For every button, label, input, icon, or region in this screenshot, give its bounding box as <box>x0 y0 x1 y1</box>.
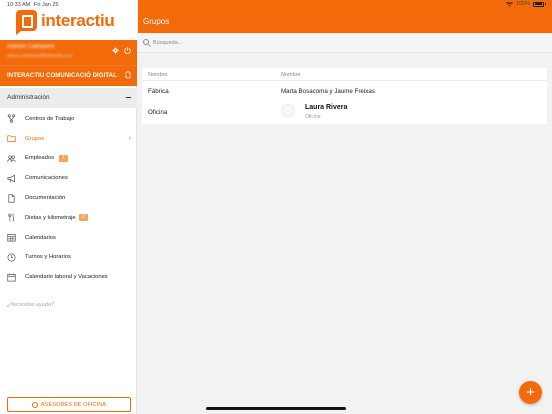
user-email: ramon.camarero@interactiu.com <box>7 53 73 58</box>
app-window: 10:33 AM Fri Jan 25 100% interactiu Ramo… <box>0 0 552 414</box>
group-name: Fábrica <box>148 88 169 95</box>
add-group-button[interactable]: + <box>519 381 542 404</box>
sidebar-menu: Centros de Trabajo Grupos › Empleados 1 <box>0 109 137 287</box>
status-date: Fri Jan 25 <box>34 2 59 8</box>
sidebar-item-empleados[interactable]: Empleados 1 <box>0 149 137 169</box>
section-title: Administración <box>7 94 50 101</box>
sidebar-item-label: Comunicaciones <box>25 175 68 182</box>
count-badge: 2 <box>79 214 88 222</box>
column-header-group: Nombre <box>148 72 168 78</box>
logo: interactiu <box>16 10 115 35</box>
sidebar-item-label: Grupos <box>25 135 45 142</box>
wifi-icon <box>505 1 513 6</box>
collapse-icon[interactable] <box>126 97 131 98</box>
search-bar <box>138 33 552 53</box>
search-input[interactable] <box>153 38 533 48</box>
sidebar-item-turnos-y-horarios[interactable]: Turnos y Horarios <box>0 248 137 268</box>
advisors-button[interactable]: ASESORES DE OFICINA <box>7 397 131 412</box>
person-role: Oficina <box>305 114 321 120</box>
status-bar: 10:33 AM Fri Jan 25 100% <box>0 0 552 10</box>
logo-mark-icon <box>16 10 37 35</box>
group-name: Oficina <box>148 109 168 116</box>
company-name: INTERACTIU COMUNICACIÓ DIGITAL <box>7 73 117 79</box>
sidebar-item-centros-de-trabajo[interactable]: Centros de Trabajo <box>0 109 137 129</box>
sidebar-item-calendario-laboral[interactable]: Calendario laboral y Vacaciones <box>0 267 137 287</box>
logout-icon[interactable] <box>124 47 131 54</box>
branch-icon <box>7 114 16 124</box>
page-title: Grupos <box>143 17 170 26</box>
sidebar-item-label: Centros de Trabajo <box>25 115 75 122</box>
chevron-right-icon: › <box>128 135 131 143</box>
sidebar-item-documentacion[interactable]: Documentación <box>0 188 137 208</box>
calendar-icon <box>7 273 16 282</box>
column-header-members: Nombre <box>281 72 301 78</box>
sidebar-item-label: Calendarios <box>25 234 56 241</box>
folder-icon <box>7 135 16 143</box>
logo-text: interactiu <box>41 10 115 30</box>
battery-percent: 100% <box>515 1 530 7</box>
user-name: Ramon Camarero <box>7 44 55 50</box>
people-icon <box>7 155 16 162</box>
gear-icon[interactable] <box>112 47 119 54</box>
sidebar-item-label: Calendario laboral y Vacaciones <box>25 274 108 281</box>
calendar-grid-icon <box>7 234 16 242</box>
person-name: Laura Rivera <box>305 104 348 111</box>
clock-icon <box>7 253 16 262</box>
company-selector[interactable]: INTERACTIU COMUNICACIÓ DIGITAL <box>0 65 137 86</box>
avatar <box>281 104 295 118</box>
table-row[interactable]: Oficina Laura Rivera Oficina <box>142 101 547 125</box>
swap-icon[interactable] <box>124 71 132 79</box>
sidebar-item-label: Empleados <box>25 155 55 162</box>
status-time: 10:33 AM <box>7 2 31 8</box>
sidebar-item-grupos[interactable]: Grupos › <box>0 129 137 149</box>
document-icon <box>8 193 15 203</box>
table-row[interactable]: Fábrica Marta Bosacoma y Jaume Freixas <box>142 81 547 101</box>
section-header-administracion[interactable]: Administración <box>0 88 137 108</box>
count-badge: 1 <box>59 154 68 162</box>
sidebar-item-label: Dietas y kilometraje <box>25 214 76 221</box>
group-members: Marta Bosacoma y Jaume Freixas <box>281 88 375 95</box>
help-link[interactable]: ¿Necesitas ayuda? <box>7 302 54 308</box>
user-header[interactable]: Ramon Camarero ramon.camarero@interactiu… <box>0 40 137 65</box>
sidebar: interactiu Ramon Camarero ramon.camarero… <box>0 0 137 414</box>
megaphone-icon <box>7 174 16 183</box>
sidebar-item-dietas-y-kilometraje[interactable]: Dietas y kilometraje 2 <box>0 208 137 228</box>
cutlery-icon <box>8 213 14 222</box>
main-panel: Grupos Nombre Nombre Fábrica Marta Bosac… <box>138 0 552 414</box>
advisor-icon <box>31 401 38 408</box>
sidebar-item-label: Turnos y Horarios <box>25 254 71 261</box>
battery-icon <box>533 1 544 7</box>
search-icon <box>143 39 149 45</box>
status-right: 100% <box>505 1 546 7</box>
sidebar-item-label: Documentación <box>25 195 66 202</box>
sidebar-item-calendarios[interactable]: Calendarios <box>0 228 137 248</box>
advisors-button-label: ASESORES DE OFICINA <box>40 401 107 408</box>
battery-tip <box>545 2 546 6</box>
home-indicator[interactable] <box>206 407 346 410</box>
sidebar-item-comunicaciones[interactable]: Comunicaciones <box>0 168 137 188</box>
groups-table: Nombre Nombre Fábrica Marta Bosacoma y J… <box>142 68 547 124</box>
